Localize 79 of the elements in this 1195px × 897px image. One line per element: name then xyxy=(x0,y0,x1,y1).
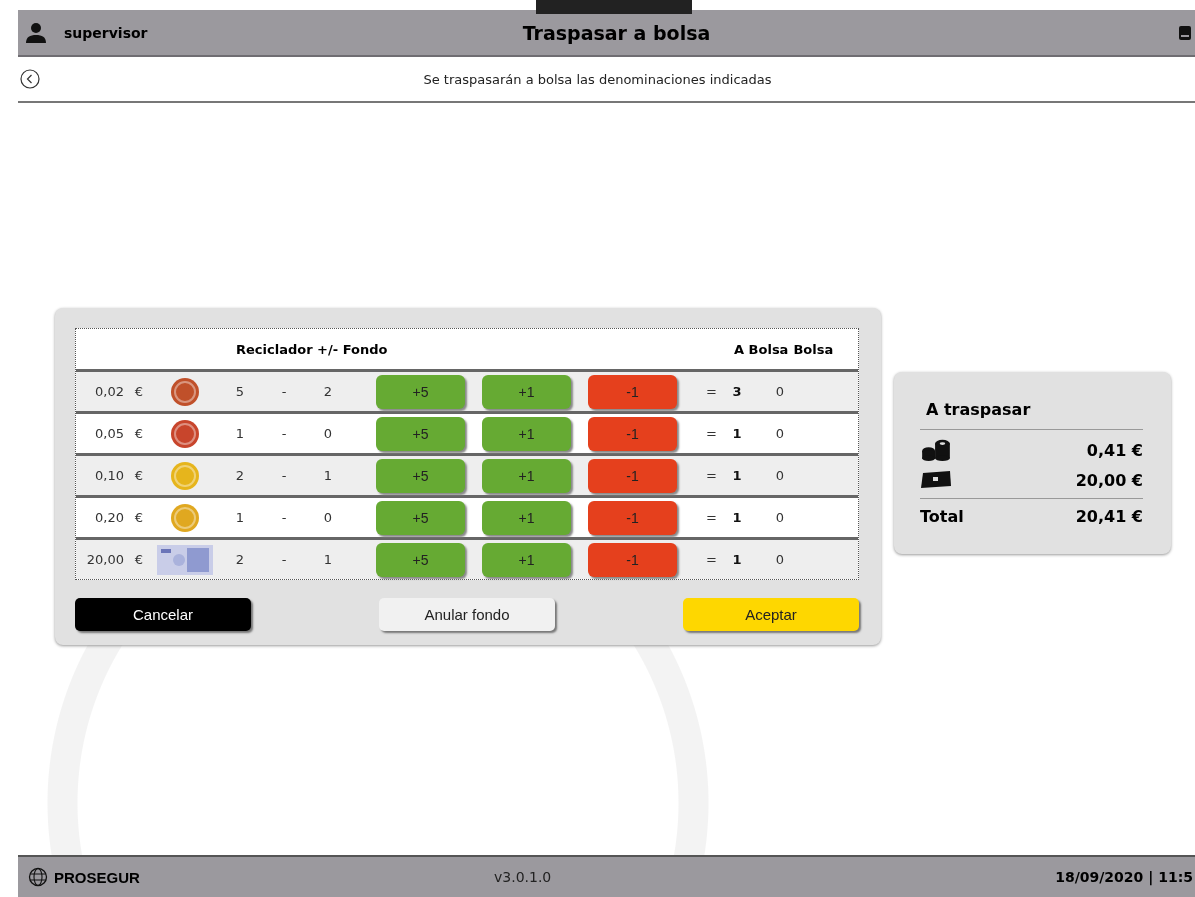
column-header: A Bolsa xyxy=(734,341,789,357)
subtract-one-button[interactable]: -1 xyxy=(588,374,677,409)
recycler-count: 2 xyxy=(234,468,246,483)
currency-symbol: € xyxy=(133,552,145,567)
equals-sign: = xyxy=(705,510,717,525)
fund-count: 0 xyxy=(322,426,334,441)
window-title: Traspasar a bolsa xyxy=(521,21,712,44)
total-value: 20,41 € xyxy=(1075,507,1143,526)
minus-sign: - xyxy=(280,510,288,525)
column-header: Reciclador +/- Fondo xyxy=(236,341,389,357)
add-five-button[interactable]: +5 xyxy=(376,374,465,409)
add-one-button[interactable]: +1 xyxy=(482,542,571,577)
version-text: v3.0.1.0 xyxy=(494,869,552,885)
subtract-one-button[interactable]: -1 xyxy=(588,458,677,493)
date-time: 18/09/2020 | 11:5 xyxy=(1055,869,1193,885)
globe-icon xyxy=(28,867,48,887)
equals-sign: = xyxy=(705,384,717,399)
recycler-count: 1 xyxy=(234,510,246,525)
add-five-button[interactable]: +5 xyxy=(376,542,465,577)
summary-title: A traspasar xyxy=(926,400,1032,419)
to-bag-count: 1 xyxy=(731,552,743,567)
equals-sign: = xyxy=(705,426,717,441)
denomination-value: 20,00 xyxy=(85,552,124,567)
reset-button[interactable]: Anular fondo xyxy=(379,598,555,631)
coin-stack-icon xyxy=(920,438,952,462)
username: supervisor xyxy=(64,24,149,41)
subtract-one-button[interactable]: -1 xyxy=(588,416,677,451)
currency-symbol: € xyxy=(133,468,145,483)
add-one-button[interactable]: +1 xyxy=(482,458,571,493)
minus-sign: - xyxy=(280,552,288,567)
add-one-button[interactable]: +1 xyxy=(482,416,571,451)
bag-count: 0 xyxy=(774,510,786,525)
currency-symbol: € xyxy=(133,510,145,525)
add-five-button[interactable]: +5 xyxy=(376,500,465,535)
banknote-icon xyxy=(157,544,213,575)
subtract-one-button[interactable]: -1 xyxy=(588,500,677,535)
fund-count: 0 xyxy=(322,510,334,525)
fund-count: 1 xyxy=(322,468,334,483)
minus-sign: - xyxy=(280,384,288,399)
denomination-value: 0,05 xyxy=(94,426,124,441)
brand-name: PROSEGUR xyxy=(54,868,141,886)
amount-value: 0,41 € xyxy=(1086,440,1143,460)
currency-symbol: € xyxy=(133,384,145,399)
to-bag-count: 1 xyxy=(731,426,743,441)
denomination-value: 0,02 xyxy=(94,384,124,399)
total-label: Total xyxy=(920,507,964,526)
fund-count: 2 xyxy=(322,384,334,399)
minus-sign: - xyxy=(280,426,288,441)
minimize-icon[interactable] xyxy=(1179,25,1191,40)
subtract-one-button[interactable]: -1 xyxy=(588,542,677,577)
to-bag-count: 3 xyxy=(731,384,743,399)
recycler-count: 2 xyxy=(234,552,246,567)
recycler-count: 5 xyxy=(234,384,246,399)
drag-handle[interactable] xyxy=(536,0,692,14)
cancel-button[interactable]: Cancelar xyxy=(75,598,251,631)
bag-count: 0 xyxy=(774,384,786,399)
to-bag-count: 1 xyxy=(731,468,743,483)
recycler-count: 1 xyxy=(234,426,246,441)
user-icon xyxy=(24,20,48,45)
equals-sign: = xyxy=(705,468,717,483)
amount-value: 20,00 € xyxy=(1075,470,1143,490)
to-bag-count: 1 xyxy=(731,510,743,525)
back-icon[interactable] xyxy=(20,69,40,89)
add-one-button[interactable]: +1 xyxy=(482,374,571,409)
denomination-value: 0,20 xyxy=(94,510,124,525)
equals-sign: = xyxy=(705,552,717,567)
minus-sign: - xyxy=(280,468,288,483)
accept-button[interactable]: Aceptar xyxy=(683,598,859,631)
bag-count: 0 xyxy=(774,552,786,567)
add-one-button[interactable]: +1 xyxy=(482,500,571,535)
bag-count: 0 xyxy=(774,426,786,441)
column-header: Bolsa xyxy=(793,341,834,357)
denomination-value: 0,10 xyxy=(94,468,124,483)
add-five-button[interactable]: +5 xyxy=(376,458,465,493)
bag-count: 0 xyxy=(774,468,786,483)
instruction-text: Se traspasarán a bolsa las denominaciones indicadas xyxy=(422,71,773,87)
currency-symbol: € xyxy=(133,426,145,441)
add-five-button[interactable]: +5 xyxy=(376,416,465,451)
fund-count: 1 xyxy=(322,552,334,567)
